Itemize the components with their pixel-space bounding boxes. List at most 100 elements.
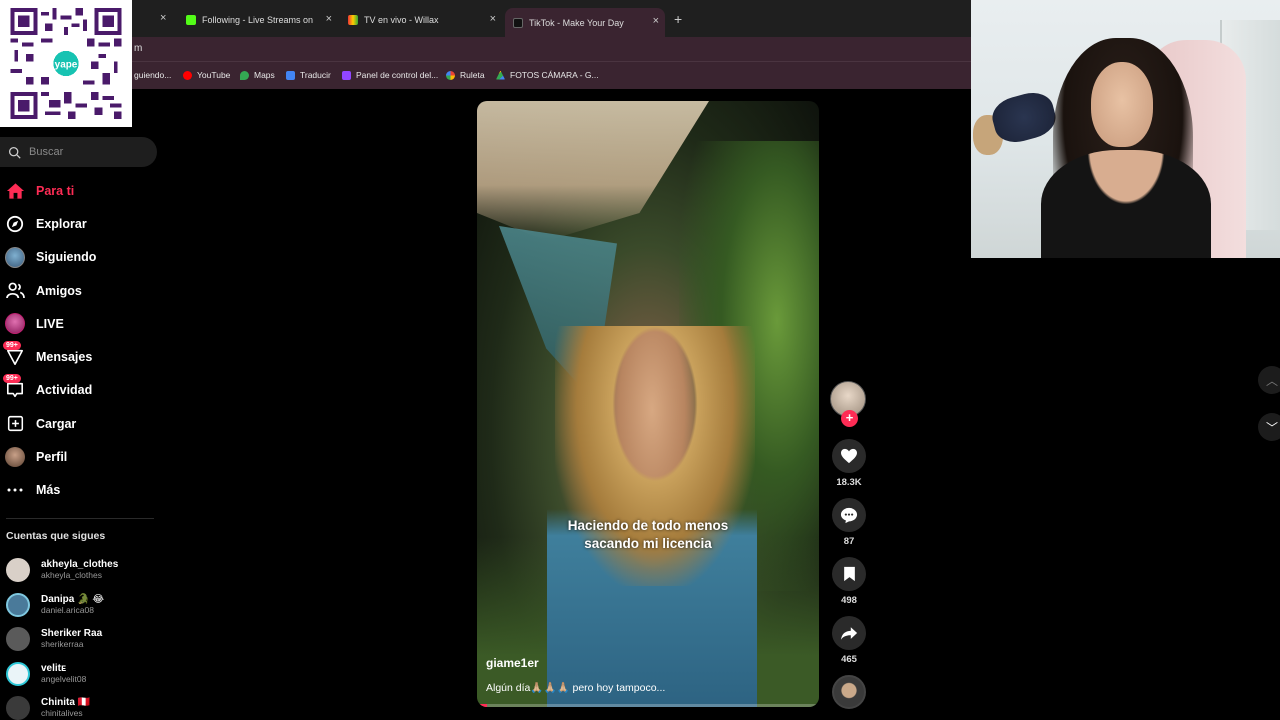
notification-badge: 99+ xyxy=(3,374,21,384)
address-bar[interactable]: m xyxy=(0,37,971,61)
account-item[interactable]: Danipa 🐊 😂 daniel.arica08 xyxy=(6,588,156,623)
nav-label: Siguiendo xyxy=(36,250,97,265)
url-text: m xyxy=(134,43,143,54)
browser-tab-bar: × Following - Live Streams on Kic × TV e… xyxy=(0,0,971,37)
creator-avatar[interactable]: + xyxy=(830,381,866,427)
nav-label: Perfil xyxy=(36,450,68,465)
bookmark-label: Traducir xyxy=(300,70,331,80)
account-item[interactable]: Sheriker Raa sherikerraa xyxy=(6,622,156,657)
tab-title: TV en vivo - Willax xyxy=(364,15,439,25)
yape-logo: yape xyxy=(55,60,78,71)
like-button[interactable] xyxy=(832,439,866,473)
nav-live[interactable]: LIVE xyxy=(0,307,160,340)
bookmark-label: guiendo... xyxy=(134,70,172,80)
nav-label: Explorar xyxy=(36,216,87,231)
sound-disc[interactable] xyxy=(832,675,866,709)
next-video-button[interactable]: ﹀ xyxy=(1258,413,1280,441)
tab-willax[interactable]: TV en vivo - Willax × xyxy=(348,8,496,32)
webcam-overlay xyxy=(971,0,1280,258)
nav-explorar[interactable]: Explorar xyxy=(0,207,160,240)
like-action[interactable]: 18.3K xyxy=(832,439,866,488)
tab-close-button[interactable]: × xyxy=(160,12,166,24)
bookmark-label: Maps xyxy=(254,70,275,80)
avatar xyxy=(6,558,30,583)
avatar xyxy=(6,661,30,686)
follow-button[interactable]: + xyxy=(841,410,858,427)
comment-icon xyxy=(840,507,858,523)
nav-label: Amigos xyxy=(36,283,82,298)
upload-icon xyxy=(5,414,25,434)
nav-siguiendo[interactable]: Siguiendo xyxy=(0,241,160,274)
bookmark-youtube[interactable]: YouTube xyxy=(183,70,230,80)
bookmark-maps[interactable]: Maps xyxy=(240,70,275,80)
bookmark-label: Panel de control del... xyxy=(356,70,439,80)
avatar xyxy=(6,696,30,720)
account-item[interactable]: Chinita 🇵🇪 chinitalives xyxy=(6,691,156,720)
friends-icon xyxy=(5,281,25,301)
previous-video-button[interactable]: ︿ xyxy=(1258,366,1280,394)
save-action[interactable]: 498 xyxy=(832,557,866,606)
video-description: Algún día🙏🏼🙏🏼🙏🏼 pero hoy tampoco... xyxy=(486,682,666,694)
share-button[interactable] xyxy=(832,616,866,650)
tab-tiktok[interactable]: TikTok - Make Your Day × xyxy=(505,8,665,37)
nav-perfil[interactable]: Perfil xyxy=(0,440,160,473)
share-action[interactable]: 465 xyxy=(832,616,866,665)
video-username[interactable]: giame1er xyxy=(486,656,539,670)
tab-close-button[interactable]: × xyxy=(490,13,496,25)
nav-para-ti[interactable]: Para ti xyxy=(0,174,160,207)
bookmark-ruleta[interactable]: Ruleta xyxy=(446,70,485,80)
account-handle: angelvelit08 xyxy=(41,673,87,684)
comment-count: 87 xyxy=(843,536,855,547)
bookmark-item[interactable]: guiendo... xyxy=(134,70,171,80)
activity-icon: 99+ xyxy=(3,374,25,400)
tab-close-button[interactable]: × xyxy=(326,13,332,25)
bookmark-label: YouTube xyxy=(197,70,231,80)
comment-action[interactable]: 87 xyxy=(832,498,866,547)
comment-button[interactable] xyxy=(832,498,866,532)
video-progress-bar[interactable] xyxy=(477,704,819,707)
webcam-streamer-face xyxy=(1091,62,1153,147)
willax-icon xyxy=(348,15,358,25)
save-button[interactable] xyxy=(832,557,866,591)
nav-mas[interactable]: Más xyxy=(0,474,160,507)
video-caption-overlay: Haciendo de todo menos sacando mi licenc… xyxy=(477,517,819,553)
sidebar-divider xyxy=(6,518,154,519)
bookmark-twitch[interactable]: Panel de control del... xyxy=(342,70,438,80)
account-item[interactable]: velitᴇ angelvelit08 xyxy=(6,657,156,692)
kick-icon xyxy=(186,15,196,25)
chevron-up-icon: ︿ xyxy=(1265,373,1278,388)
account-item[interactable]: akheyla_clothes akheyla_clothes xyxy=(6,553,156,588)
nav-cargar[interactable]: Cargar xyxy=(0,407,160,440)
nav-actividad[interactable]: 99+ Actividad xyxy=(0,374,160,407)
bookmark-icon xyxy=(843,566,855,582)
search-input[interactable] xyxy=(29,146,139,158)
nav-label: Cargar xyxy=(36,416,77,431)
maps-pin-icon xyxy=(240,70,249,80)
bookmark-fotos[interactable]: FOTOS CÁMARA - G... xyxy=(496,70,599,80)
bookmark-translate[interactable]: Traducir xyxy=(286,70,331,80)
messages-icon: 99+ xyxy=(3,341,25,367)
tab-close-button[interactable]: × xyxy=(653,15,659,27)
tab-title: Following - Live Streams on Kic xyxy=(202,15,314,25)
account-name: Chinita 🇵🇪 xyxy=(41,697,91,709)
nav-label: Mensajes xyxy=(36,350,93,365)
roulette-icon xyxy=(446,70,455,80)
search-bar[interactable] xyxy=(0,137,157,167)
bookmarks-bar: guiendo... YouTube Maps Traducir Panel d… xyxy=(0,61,971,89)
tab-kick[interactable]: Following - Live Streams on Kic × xyxy=(186,8,332,32)
nav-mensajes[interactable]: 99+ Mensajes xyxy=(0,340,160,373)
nav-label: Actividad xyxy=(36,383,93,398)
nav-label: LIVE xyxy=(36,316,64,331)
new-tab-button[interactable]: + xyxy=(674,11,682,27)
video-player[interactable]: Haciendo de todo menos sacando mi licenc… xyxy=(477,101,819,707)
nav-amigos[interactable]: Amigos xyxy=(0,274,160,307)
account-handle: sherikerraa xyxy=(41,639,84,650)
more-icon xyxy=(5,480,25,500)
caption-line: Haciendo de todo menos xyxy=(567,518,729,533)
compass-icon xyxy=(5,214,25,234)
sidebar-nav: Para ti Explorar Siguiendo Amigos LIVE 9… xyxy=(0,174,160,507)
nav-label: Más xyxy=(36,483,61,498)
bookmark-label: Ruleta xyxy=(460,70,485,80)
home-icon xyxy=(5,181,25,201)
account-handle: akheyla_clothes xyxy=(41,570,102,581)
